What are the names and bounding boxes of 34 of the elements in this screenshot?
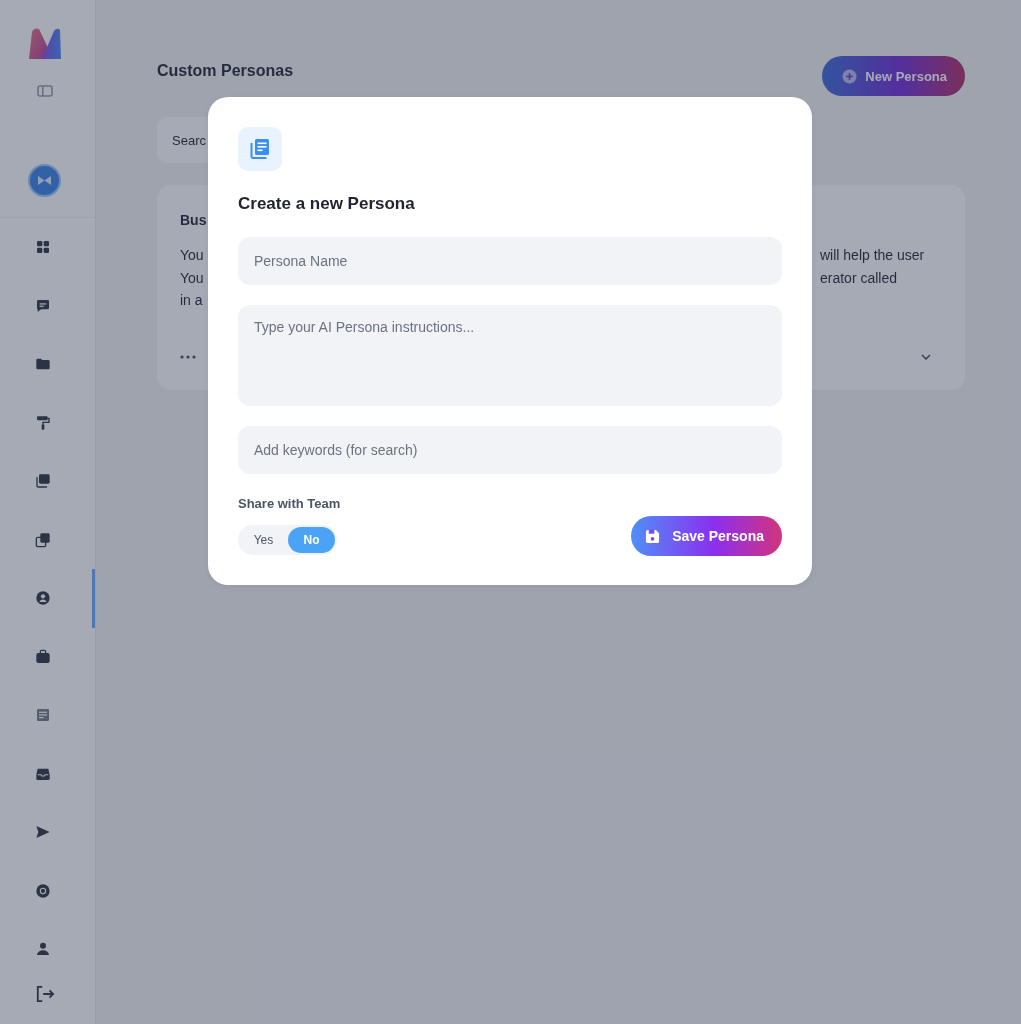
input-field[interactable]: Persona Name [238,237,782,285]
chevron-down-icon[interactable] [921,353,931,360]
save-button[interactable]: Save Persona [631,516,782,556]
paint-roller-icon [35,414,51,431]
layers-icon [35,473,51,490]
new-persona-button[interactable]: New Persona [822,56,965,96]
user-circle-icon [35,590,51,607]
save-icon [645,528,661,544]
page-title: Custom Personas [157,61,294,81]
copy-icon [35,531,51,548]
instructions-field[interactable]: Type your AI Persona instructions... [238,305,782,406]
logo-icon [27,27,62,60]
sidebar-toggle-icon[interactable] [36,85,53,97]
toggle-option[interactable]: Yes [240,527,287,553]
avatar-icon[interactable] [28,164,61,197]
more-icon[interactable] [180,354,196,359]
dialog-title: Create a new Persona [238,194,415,214]
card-text: will help the user [820,246,925,265]
card-text: You [180,246,204,265]
card-text: erator called [820,268,898,288]
logout-icon [34,985,55,1003]
chat-icon [35,297,51,314]
briefcase-icon [35,648,51,665]
user-icon [35,941,51,958]
card-text: You [180,268,204,288]
grid-icon [35,239,51,256]
card-title: Bus [180,211,207,230]
document-stack-icon [238,127,282,171]
input-field[interactable]: Add keywords (for search) [238,426,782,474]
document-icon [35,707,51,724]
card-text: in a [180,291,203,310]
target-icon [35,882,51,899]
share-label: Share with Team [238,495,341,513]
send-icon [35,824,51,841]
